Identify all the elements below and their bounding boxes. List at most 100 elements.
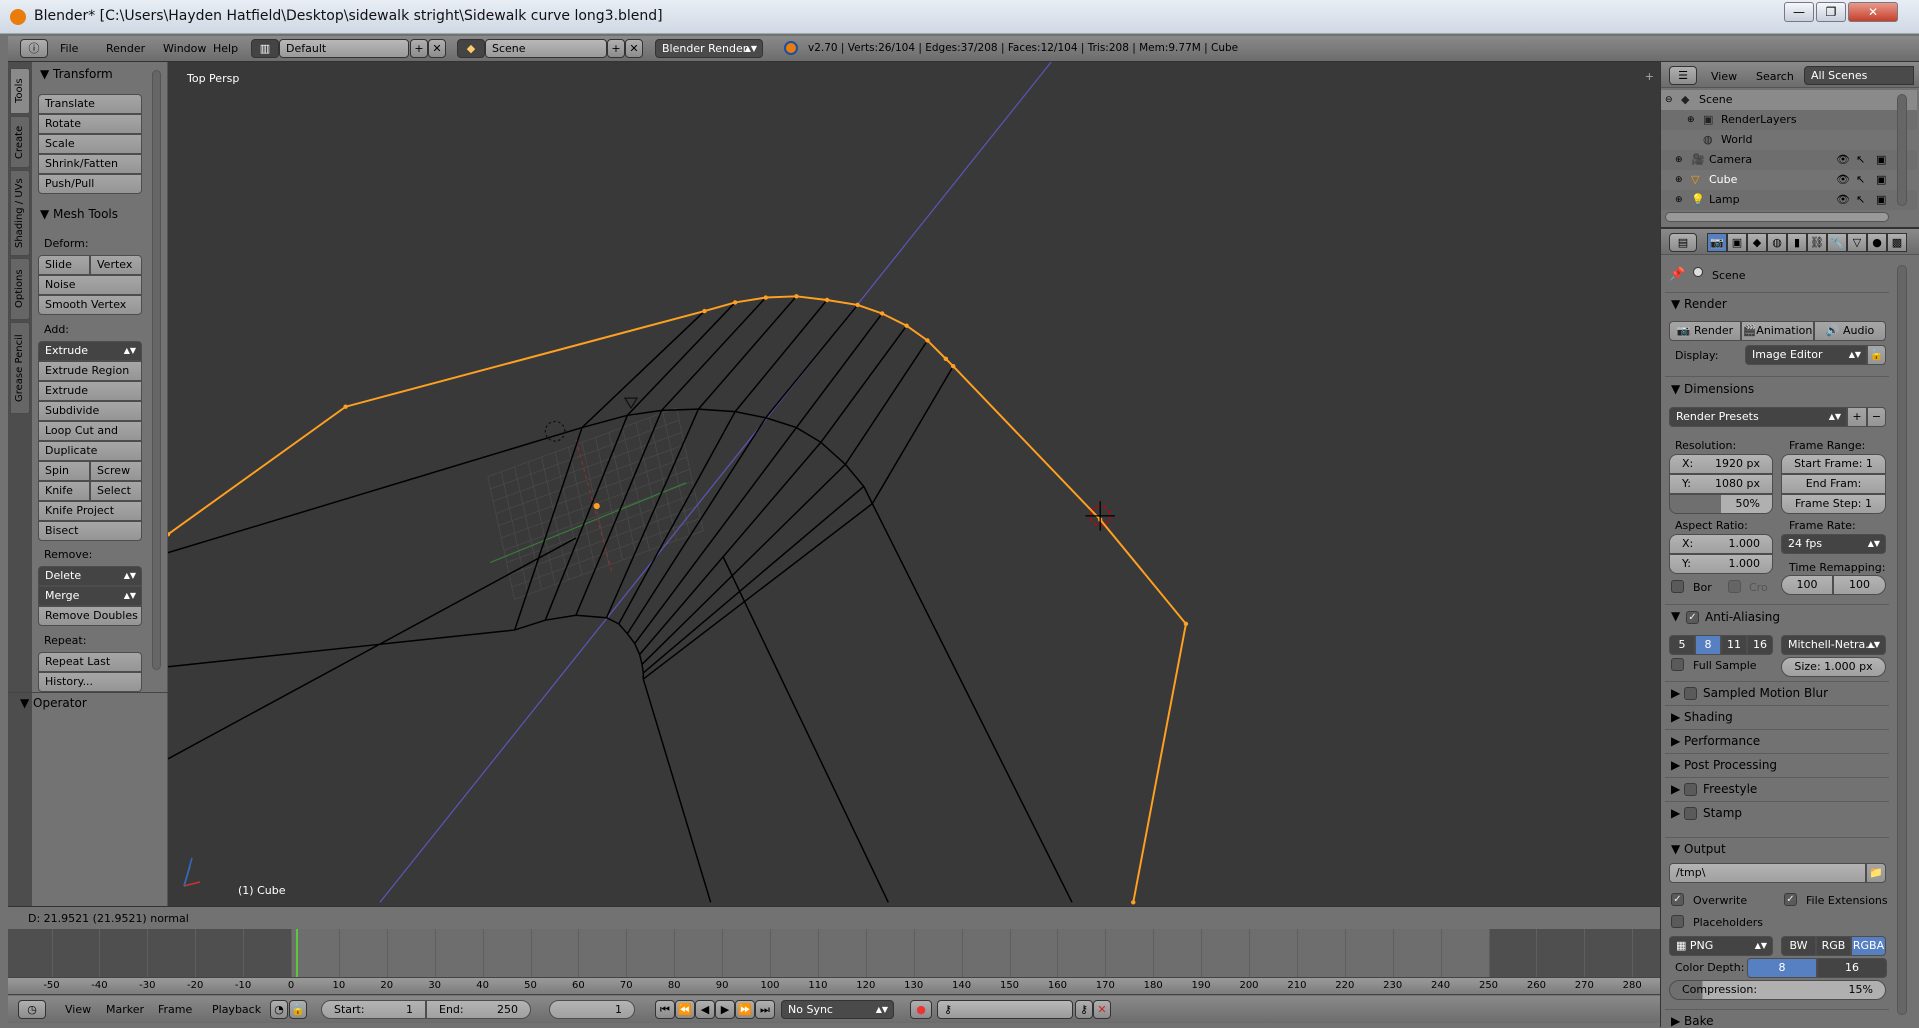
scale-button[interactable]: Scale (38, 134, 142, 154)
overwrite-checkbox[interactable]: ✓ (1671, 893, 1684, 906)
outliner-item-scene[interactable]: ⊖ ◆ Scene (1661, 90, 1917, 110)
full-sample-checkbox[interactable] (1671, 658, 1684, 671)
compression-slider[interactable]: Compression: 15% (1669, 980, 1886, 1000)
modifiers-tab-icon[interactable]: 🔧 (1827, 233, 1847, 252)
play-reverse-icon[interactable]: ◀ (695, 1000, 715, 1019)
audio-button[interactable]: 🔊 Audio (1814, 321, 1886, 341)
transform-panel-header[interactable]: ▼ Transform (40, 67, 113, 81)
panel-enable-checkbox[interactable] (1684, 807, 1698, 820)
tool-shelf-scrollbar[interactable] (152, 70, 161, 670)
aa-sample-16-button[interactable]: 16 (1747, 635, 1773, 655)
jump-end-icon[interactable]: ⏭ (755, 1000, 775, 1019)
frame-rate-dropdown[interactable]: 24 fps ▲▼ (1781, 534, 1886, 554)
expand-icon[interactable]: ⊕ (1675, 150, 1683, 170)
outliner-item-renderlayers[interactable]: ⊕ ▣ RenderLayers (1661, 110, 1917, 130)
render-icon[interactable]: ▣ (1876, 150, 1886, 170)
jump-keyframe-back-icon[interactable]: ⏪ (675, 1000, 695, 1019)
outliner-horizontal-scrollbar[interactable] (1665, 212, 1889, 222)
sampled-motion-blur-panel-header[interactable]: ▶ Sampled Motion Blur (1671, 686, 1828, 700)
render-icon[interactable]: ▣ (1876, 190, 1886, 210)
knife-project-button[interactable]: Knife Project (38, 501, 142, 521)
expand-icon[interactable]: ⊕ (1675, 170, 1683, 190)
outliner-item-camera[interactable]: ⊕ 🎥 Camera 👁 ↖ ▣ (1661, 150, 1917, 170)
animation-button[interactable]: 🎬Animation (1741, 321, 1814, 341)
record-icon[interactable]: ● (910, 1000, 932, 1019)
placeholders-checkbox[interactable] (1671, 915, 1684, 928)
stamp-panel-header[interactable]: ▶ Stamp (1671, 806, 1742, 820)
folder-browse-icon[interactable]: 📁 (1866, 863, 1886, 883)
eye-icon[interactable]: 👁 (1836, 150, 1850, 170)
end-frame-field[interactable]: End Fram: 250 (1781, 474, 1886, 508)
render-button[interactable]: 📷 Render (1669, 321, 1741, 341)
shading-panel-header[interactable]: ▶ Shading (1671, 710, 1733, 724)
display-dropdown[interactable]: Image Editor ▲▼ (1745, 345, 1867, 365)
data-tab-icon[interactable]: ▽ (1847, 233, 1867, 252)
expand-icon[interactable]: ⊕ (1675, 190, 1683, 210)
texture-tab-icon[interactable]: ▩ (1887, 233, 1907, 252)
color-mode-rgb-button[interactable]: RGB (1816, 936, 1851, 956)
delete-dropdown[interactable]: Delete ▲▼ (38, 566, 142, 586)
border-checkbox[interactable] (1671, 580, 1684, 593)
color-mode-bw-button[interactable]: BW (1781, 936, 1816, 956)
operator-panel-header[interactable]: ▼ Operator (20, 696, 87, 710)
render-icon[interactable]: ▣ (1876, 170, 1886, 190)
start-frame-field[interactable]: Start Frame: 1 (1781, 454, 1886, 474)
outliner-item-world[interactable]: ◍ World (1661, 130, 1917, 150)
noise-button[interactable]: Noise (38, 275, 142, 295)
properties-scrollbar[interactable] (1897, 265, 1907, 1015)
smooth-vertex-button[interactable]: Smooth Vertex (38, 295, 142, 315)
dimensions-panel-header[interactable]: ▼ Dimensions (1671, 382, 1754, 396)
file-format-dropdown[interactable]: ▦ PNG ▲▼ (1669, 936, 1773, 956)
menu-file[interactable]: File (60, 42, 78, 55)
editor-type-outliner-icon[interactable]: ☰ (1669, 66, 1697, 85)
menu-help[interactable]: Help (213, 42, 238, 55)
cursor-icon[interactable]: ↖ (1856, 150, 1865, 170)
outliner-item-cube[interactable]: ⊕ ▽ Cube 👁 ↖ ▣ (1661, 170, 1917, 190)
push-pull-button[interactable]: Push/Pull (38, 174, 142, 194)
shrink-fatten-button[interactable]: Shrink/Fatten (38, 154, 142, 174)
color-depth-16-button[interactable]: 16 (1817, 958, 1887, 978)
sync-dropdown[interactable]: No Sync ▲▼ (781, 1000, 894, 1019)
color-depth-8-button[interactable]: 8 (1747, 958, 1817, 978)
file-extensions-checkbox[interactable]: ✓ (1784, 893, 1797, 906)
bake-panel-header[interactable]: ▶ Bake (1671, 1014, 1714, 1028)
slide-edge-button[interactable]: Slide Ed (38, 255, 90, 289)
timeline-menu-playback[interactable]: Playback (212, 1003, 261, 1016)
eye-icon[interactable]: 👁 (1836, 170, 1850, 190)
crop-checkbox[interactable] (1728, 580, 1741, 593)
mesh-canvas[interactable] (168, 62, 1660, 906)
vertex-slide-button[interactable]: Vertex (90, 255, 142, 275)
timeline-area[interactable] (8, 929, 1660, 977)
add-preset-icon[interactable]: + (1847, 407, 1867, 427)
panel-enable-checkbox[interactable] (1684, 687, 1698, 700)
aa-sample-5-button[interactable]: 5 (1669, 635, 1695, 655)
jump-keyframe-forward-icon[interactable]: ⏩ (735, 1000, 755, 1019)
aa-filter-dropdown[interactable]: Mitchell-Netra... ▲▼ (1781, 635, 1886, 655)
render-layers-tab-icon[interactable]: ▣ (1727, 233, 1747, 252)
render-engine-dropdown[interactable]: Blender Render ▲▼ (655, 39, 763, 58)
history-button[interactable]: History... (38, 672, 142, 692)
anti-aliasing-panel-header[interactable]: ▼ (1671, 609, 1680, 623)
minimize-button[interactable]: — (1784, 2, 1814, 22)
menu-window[interactable]: Window (163, 42, 206, 55)
outliner-menu-view[interactable]: View (1711, 70, 1737, 83)
tab-shading-uvs[interactable]: Shading / UVs (10, 170, 30, 256)
resolution-y-field[interactable]: Y: 1080 px (1669, 474, 1773, 494)
time-remap-old-field[interactable]: 100 (1781, 575, 1833, 595)
tab-grease-pencil[interactable]: Grease Pencil (10, 322, 30, 414)
extrude-individual-button[interactable]: Extrude Individual (38, 381, 142, 415)
cursor-icon[interactable]: ↖ (1856, 190, 1865, 210)
jump-start-icon[interactable]: ⏮ (655, 1000, 675, 1019)
subdivide-button[interactable]: Subdivide (38, 401, 142, 421)
remove-preset-icon[interactable]: − (1867, 407, 1886, 427)
close-button[interactable]: ✕ (1848, 2, 1898, 22)
aa-sample-8-button[interactable]: 8 (1695, 635, 1721, 655)
resolution-percentage-slider[interactable]: 50% (1669, 494, 1773, 514)
current-frame-field[interactable]: 1 (549, 1000, 635, 1019)
scene-tab-icon[interactable]: ◆ (1747, 233, 1767, 252)
outliner-filter-dropdown[interactable]: All Scenes (1804, 66, 1914, 85)
insert-keyframe-icon[interactable]: ⚷ (1075, 1000, 1093, 1019)
delete-layout-icon[interactable]: ✕ (428, 39, 446, 58)
start-frame-field[interactable]: Start: 1 (321, 1000, 426, 1019)
scene-icon[interactable]: ◆ (457, 39, 485, 58)
